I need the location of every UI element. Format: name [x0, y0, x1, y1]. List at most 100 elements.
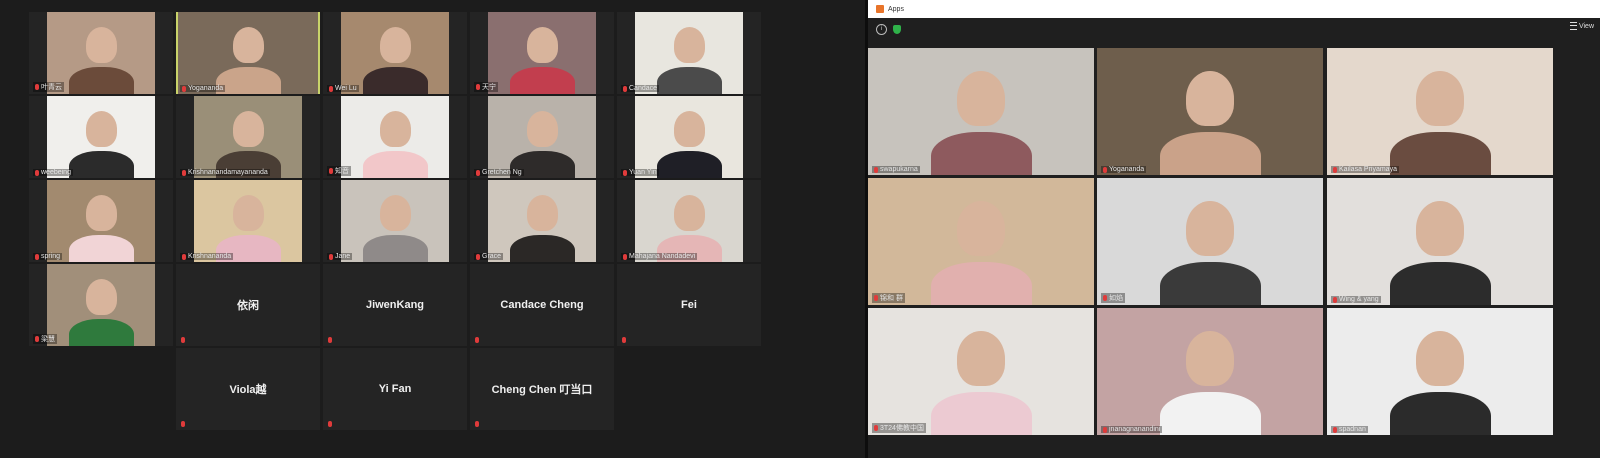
participant-figure [1186, 331, 1234, 386]
muted-mic-icon [475, 421, 479, 427]
participant-tile-no-video[interactable]: Viola越 [176, 348, 320, 430]
participant-video [635, 96, 743, 178]
participant-tile-no-video[interactable]: JiwenKang [323, 264, 467, 346]
participant-tile[interactable]: Mahajana Nandadevi [617, 180, 761, 262]
participant-tile[interactable]: Candace [617, 12, 761, 94]
participant-tile[interactable]: 叶青云 [29, 12, 173, 94]
muted-mic-icon [35, 84, 39, 90]
participant-name: swapukarna [880, 166, 918, 173]
participant-name: 3T24佛教中国 [880, 425, 924, 432]
left-gallery-view: 叶青云 Yogananda Wei Lu 天宁 Candace weebeing Krish… [0, 0, 865, 458]
muted-mic-icon [476, 84, 480, 90]
participant-name-label: Jane [327, 253, 353, 260]
muted-mic-icon [1103, 166, 1107, 173]
participant-tile[interactable]: Yuan Yin [617, 96, 761, 178]
participant-clothing [1390, 392, 1491, 435]
participant-clothing [931, 392, 1032, 435]
participant-video [635, 180, 743, 262]
participant-tile-no-video[interactable]: Fei [617, 264, 761, 346]
participant-video [1327, 308, 1553, 435]
participant-tile[interactable]: spadnan [1327, 308, 1553, 435]
participant-figure [1416, 201, 1464, 256]
participant-name-label: 如焰 [1101, 293, 1125, 303]
muted-mic-icon [328, 337, 332, 343]
participant-clothing [363, 67, 428, 94]
participant-tile[interactable]: Kailasa Priyamaya [1327, 48, 1553, 175]
participant-clothing [69, 319, 134, 346]
participant-tile-no-video[interactable]: 依闲 [176, 264, 320, 346]
participant-tile[interactable]: Wei Lu [323, 12, 467, 94]
participant-tile[interactable]: Wing & yang [1327, 178, 1553, 305]
participant-tile[interactable]: swapukarna [868, 48, 1094, 175]
muted-mic-icon [623, 169, 627, 176]
participant-clothing [931, 132, 1032, 175]
participant-tile[interactable]: 天宁 [470, 12, 614, 94]
muted-mic-icon [181, 337, 185, 343]
participant-tile[interactable]: Krishnananda [176, 180, 320, 262]
participant-name: Gretchen Ng [482, 169, 522, 176]
participant-name-label: Yuan Yin [621, 169, 659, 176]
participant-tile-no-video[interactable]: Cheng Chen 叮当口 [470, 348, 614, 430]
participant-tile[interactable]: 3T24佛教中国 [868, 308, 1094, 435]
participant-clothing [510, 235, 575, 262]
participant-video [47, 96, 155, 178]
participant-tile[interactable]: 如焰 [1097, 178, 1323, 305]
participant-name: 依闲 [237, 300, 259, 312]
participant-tile[interactable]: weebeing [29, 96, 173, 178]
participant-name: Candace [629, 85, 658, 92]
participant-clothing [510, 67, 575, 94]
participant-video [868, 308, 1094, 435]
participant-video [1097, 178, 1323, 305]
participant-name: 梁慧 [41, 336, 55, 343]
participant-name-label: Krishnanandamayananda [180, 169, 270, 176]
muted-mic-icon [35, 169, 39, 176]
participant-tile[interactable]: 知音 [323, 96, 467, 178]
muted-mic-icon [182, 169, 186, 176]
participant-clothing [657, 151, 722, 178]
participant-name-label: Kailasa Priyamaya [1331, 166, 1399, 173]
muted-mic-icon [1103, 295, 1107, 301]
participant-tile[interactable]: Yogananda [1097, 48, 1323, 175]
participant-figure [674, 27, 705, 63]
participant-name-label: Yogananda [180, 85, 226, 92]
participant-tile[interactable]: Gretchen Ng [470, 96, 614, 178]
participant-name-label: Wei Lu [327, 85, 359, 92]
grid-icon [1569, 22, 1577, 30]
participant-clothing [1390, 262, 1491, 305]
info-icon[interactable]: i [876, 23, 887, 35]
participant-figure [233, 111, 264, 147]
window-title: Apps [888, 5, 904, 13]
participant-tile[interactable]: Grace [470, 180, 614, 262]
participant-video [178, 12, 318, 94]
participant-name: spring [41, 253, 61, 260]
participant-video [488, 12, 596, 94]
participant-name: Krishnananda [188, 253, 232, 260]
view-button[interactable]: View [1569, 22, 1594, 30]
participant-figure [957, 71, 1005, 126]
right-meeting-window: Apps i View swapukarna Yogananda Kailasa P… [868, 0, 1600, 458]
participant-figure [233, 27, 264, 63]
muted-mic-icon [476, 169, 480, 176]
muted-mic-icon [1333, 426, 1337, 433]
participant-figure [380, 111, 411, 147]
participant-tile-no-video[interactable]: Candace Cheng [470, 264, 614, 346]
participant-tile[interactable]: spring [29, 180, 173, 262]
shield-icon[interactable] [893, 24, 901, 34]
participant-name: 知音 [335, 168, 349, 175]
participant-tile-no-video[interactable]: Yi Fan [323, 348, 467, 430]
participant-name-label: 天宁 [474, 82, 498, 92]
participant-video [1097, 308, 1323, 435]
muted-mic-icon [182, 253, 186, 260]
participant-tile[interactable]: Krishnanandamayananda [176, 96, 320, 178]
participant-tile[interactable]: Jane [323, 180, 467, 262]
muted-mic-icon [475, 337, 479, 343]
participant-name: Krishnanandamayananda [188, 169, 268, 176]
participant-name-label: Mahajana Nandadevi [621, 253, 698, 260]
participant-tile[interactable]: Yogananda [176, 12, 320, 94]
participant-figure [1416, 331, 1464, 386]
participant-tile[interactable]: 梁慧 [29, 264, 173, 346]
participant-clothing [69, 67, 134, 94]
participant-tile[interactable]: 锦和 群 [868, 178, 1094, 305]
participant-name: Candace Cheng [500, 299, 584, 311]
participant-tile[interactable]: jnanagnanandini [1097, 308, 1323, 435]
